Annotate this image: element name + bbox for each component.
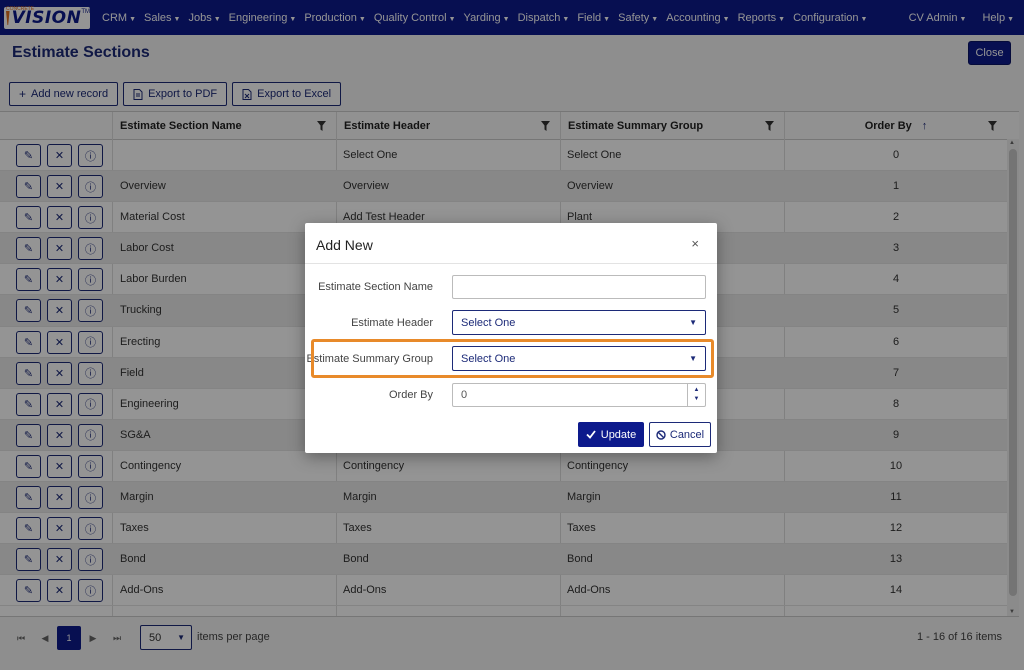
close-icon[interactable]: × [691,236,699,251]
stepper-down-icon[interactable]: ▼ [694,395,700,404]
section-name-input[interactable] [452,275,706,299]
estimate-header-label: Estimate Header [351,317,433,329]
check-icon [586,430,596,439]
chevron-down-icon: ▼ [689,318,697,327]
order-by-stepper[interactable]: 0 ▲ ▼ [452,383,706,407]
order-by-value: 0 [461,389,468,401]
update-button[interactable]: Update [578,422,644,447]
add-new-dialog: Add New × Estimate Section Name Estimate… [305,223,717,453]
cancel-label: Cancel [669,428,705,441]
section-name-label: Estimate Section Name [318,281,433,293]
estimate-header-select[interactable]: Select One ▼ [452,310,706,335]
dialog-title: Add New [316,237,373,253]
order-by-label: Order By [388,389,433,401]
stepper-up-icon[interactable]: ▲ [694,386,700,395]
dialog-divider [305,263,717,264]
highlight-box [311,339,714,378]
stepper-controls[interactable]: ▲ ▼ [687,384,705,406]
cancel-button[interactable]: Cancel [649,422,711,447]
update-label: Update [600,428,637,441]
cancel-icon [656,429,666,440]
estimate-header-value: Select One [461,316,516,329]
